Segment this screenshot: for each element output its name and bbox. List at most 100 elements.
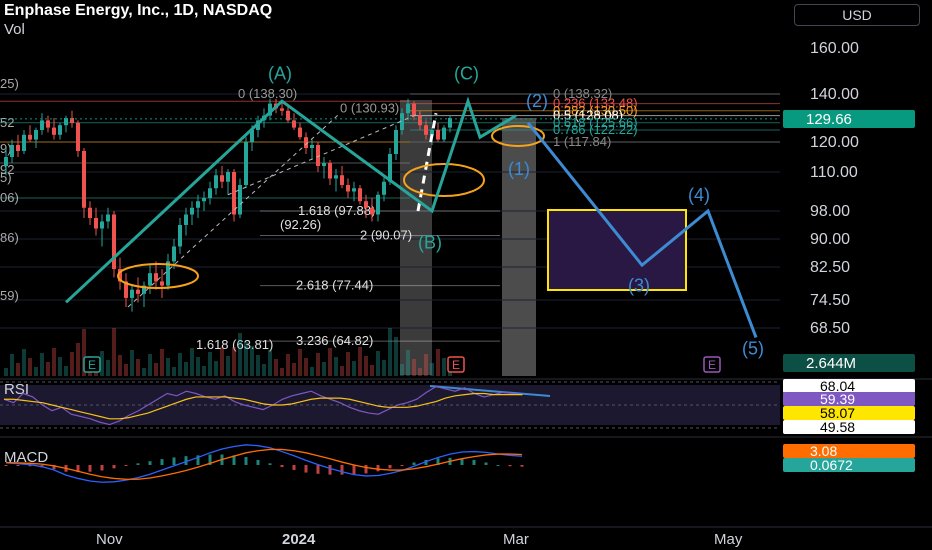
candle-body [136,289,140,294]
volume-bar [154,363,158,376]
projection-label-2: (5) [742,339,764,359]
volume-bar [4,368,8,376]
macd-histogram-bar [148,461,152,465]
volume-bar [442,358,446,376]
volume-bar [40,353,44,376]
price-tick-6: 82.50 [810,259,850,276]
target-box [547,209,687,291]
candle-body [76,122,80,151]
macd-histogram-bar [364,465,368,474]
volume-bar [16,363,20,376]
candle-body [382,181,386,195]
price-tick-1: 140.00 [810,86,859,103]
candle-body [346,185,350,192]
candle-body [394,130,398,154]
candle-body [34,130,38,140]
volume-bar [166,358,170,376]
left-edge-label-6: 86) [0,230,19,245]
macd-histogram-bar [352,465,356,475]
candle-body [322,163,326,166]
fib-label-lower-2: 2 (90.07) [360,228,412,243]
fib-label-lower-4: 3.236 (64.82) [296,333,373,348]
wave-label-2: (C) [454,63,479,83]
wave-label-1: (B) [418,233,442,253]
time-tick-1: 2024 [282,531,316,548]
time-tick-3: May [714,531,743,548]
volume-bar [316,353,320,376]
volume-bar [382,360,386,376]
macd-histogram-bar [4,465,8,466]
price-tick-7: 74.50 [810,292,850,309]
wave-line [64,96,517,304]
volume-bar [352,361,356,376]
volume-bar [262,364,266,376]
volume-bar [436,349,440,376]
candle-body [10,145,14,157]
chart-title: Enphase Energy, Inc., 1D, NASDAQ [4,2,273,19]
candle-body [16,145,20,151]
macd-histogram-bar [16,465,20,466]
macd-histogram-bar [316,465,320,474]
chart-canvas: 0 (138.32)0.236 (133.48)0.382 (130.50)0.… [0,30,932,548]
macd-histogram-bar [292,465,296,471]
candle-body [214,175,218,189]
candle-body [298,127,302,138]
candle-body [280,108,284,111]
earnings-marker-label-1: E [452,358,460,372]
left-edge-label-5: 06) [0,190,19,205]
price-tick-4: 98.00 [810,203,850,220]
price-tick-8: 68.50 [810,320,850,337]
candle-body [196,201,200,208]
shaded-zone-current [502,118,536,376]
candle-body [100,221,104,229]
price-tick-2: 120.00 [810,134,859,151]
volume-bar [280,368,284,376]
candle-body [436,130,440,140]
macd-histogram-bar [256,459,260,465]
candle-body [364,201,368,208]
candle-body [184,214,188,225]
candle-body [58,125,62,135]
candle-body [4,157,8,166]
volume-bar [208,352,212,376]
volume-bar [340,366,344,376]
volume-bar [376,351,380,376]
volume-bar [412,359,416,376]
currency-button[interactable]: USD [794,4,920,26]
rsi-label: RSI [4,381,29,398]
candle-body [160,281,164,286]
candle-body [82,151,86,208]
candle-body [334,175,338,179]
left-edge-label-7: 59) [0,288,19,303]
volume-bar [370,365,374,376]
macd-histogram-bar [496,465,500,466]
volume-bar [400,364,404,376]
volume-bar [334,357,338,376]
volume-bar [34,367,38,376]
candle-body [190,207,194,215]
candle-body [442,127,446,140]
macd-tag-text-1: 0.0672 [810,457,853,473]
volume-bar [430,363,434,376]
candle-body [238,185,242,215]
candle-body [88,207,92,218]
volume-bar [406,350,410,376]
candle-body [370,207,374,215]
fib-label-left-0: 0 (138.30) [238,86,297,101]
rsi-tag-text-3: 49.58 [820,419,855,435]
volume-bar [232,347,236,376]
volume-bar [142,368,146,376]
left-edge-label-0: 25) [0,76,19,91]
candle-body [358,188,362,202]
left-edge-label-1: 52 [0,115,14,130]
time-tick-0: Nov [96,531,123,548]
volume-bar [184,362,188,376]
volume-bar [220,347,224,376]
candle-body [202,198,206,202]
candle-body [352,188,356,192]
volume-bar [106,360,110,376]
volume-bar [322,362,326,376]
candle-body [244,142,248,185]
macd-histogram-bar [160,459,164,465]
volume-bar [46,362,50,376]
